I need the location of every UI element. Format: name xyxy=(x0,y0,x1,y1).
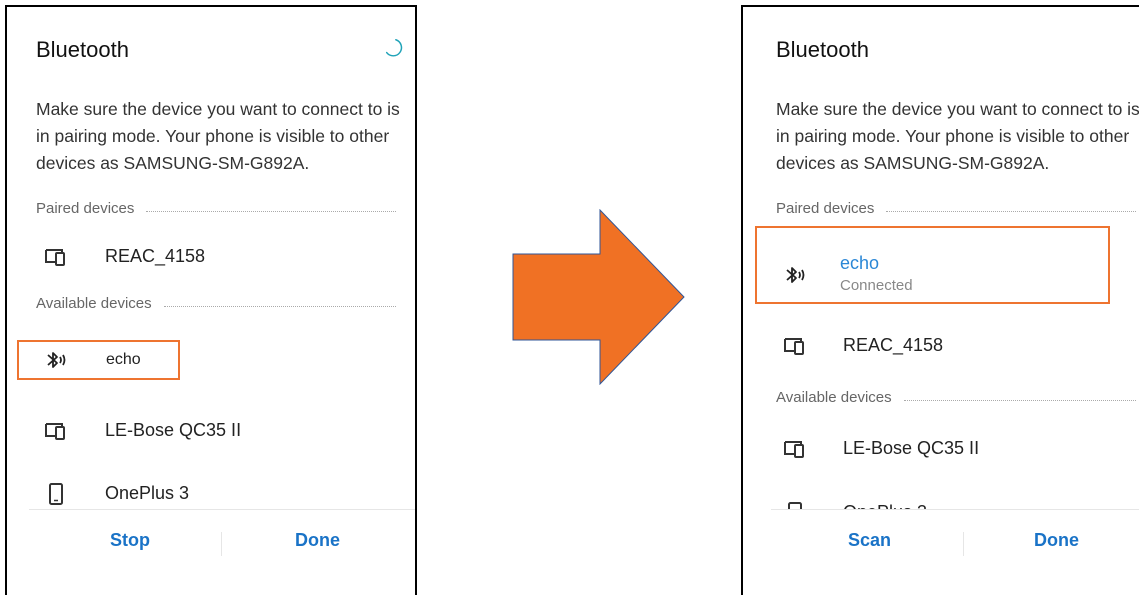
bluetooth-dialog-after: Bluetooth Make sure the device you want … xyxy=(741,5,1139,595)
button-divider xyxy=(221,532,222,556)
paired-devices-header: Paired devices xyxy=(776,198,1136,218)
paired-devices-header: Paired devices xyxy=(36,198,396,218)
devices-icon xyxy=(784,441,804,458)
bluetooth-audio-icon xyxy=(786,267,805,283)
device-name: LE-Bose QC35 II xyxy=(105,420,242,440)
section-label: Paired devices xyxy=(36,199,135,217)
divider xyxy=(146,210,396,212)
phone-icon xyxy=(49,483,63,505)
divider xyxy=(886,210,1136,212)
dialog-title: Bluetooth xyxy=(36,37,129,62)
stop-button[interactable]: Stop xyxy=(110,530,150,551)
dialog-description: Make sure the device you want to connect… xyxy=(776,99,1139,173)
device-item-echo[interactable]: echo Connected xyxy=(743,247,1139,297)
device-name: OnePlus 3 xyxy=(105,483,190,503)
section-label: Paired devices xyxy=(776,199,875,217)
button-divider xyxy=(963,532,964,556)
device-item-le-bose[interactable]: LE-Bose QC35 II xyxy=(7,409,407,453)
device-item-echo[interactable]: echo xyxy=(7,338,407,382)
devices-icon xyxy=(45,249,65,266)
bluetooth-audio-icon xyxy=(47,352,66,368)
dialog-footer: Stop Done xyxy=(29,509,415,580)
done-button[interactable]: Done xyxy=(1034,530,1079,551)
device-name: REAC_4158 xyxy=(843,335,944,355)
divider xyxy=(903,399,1136,401)
available-devices-header: Available devices xyxy=(776,387,1136,407)
scan-button[interactable]: Scan xyxy=(848,530,891,551)
done-button[interactable]: Done xyxy=(295,530,340,551)
section-label: Available devices xyxy=(36,294,152,312)
device-name: echo xyxy=(106,351,141,368)
dialog-footer: Scan Done xyxy=(771,509,1139,580)
device-name: LE-Bose QC35 II xyxy=(843,438,980,458)
device-name: echo xyxy=(840,253,880,273)
device-item-reac-4158[interactable]: REAC_4158 xyxy=(743,324,1139,368)
loading-spinner-icon xyxy=(385,39,403,57)
divider xyxy=(163,305,396,307)
device-item-le-bose[interactable]: LE-Bose QC35 II xyxy=(743,427,1139,471)
devices-icon xyxy=(784,338,804,355)
section-label: Available devices xyxy=(776,388,892,406)
dialog-description: Make sure the device you want to connect… xyxy=(36,99,400,173)
arrow-right-icon xyxy=(512,209,685,385)
devices-icon xyxy=(45,423,65,440)
device-item-reac-4158[interactable]: REAC_4158 xyxy=(7,235,407,279)
available-devices-header: Available devices xyxy=(36,293,396,313)
dialog-title: Bluetooth xyxy=(776,37,869,62)
device-name: REAC_4158 xyxy=(105,246,206,266)
bluetooth-dialog-before: Bluetooth Make sure the device you want … xyxy=(5,5,417,595)
connection-status: Connected xyxy=(840,277,913,294)
